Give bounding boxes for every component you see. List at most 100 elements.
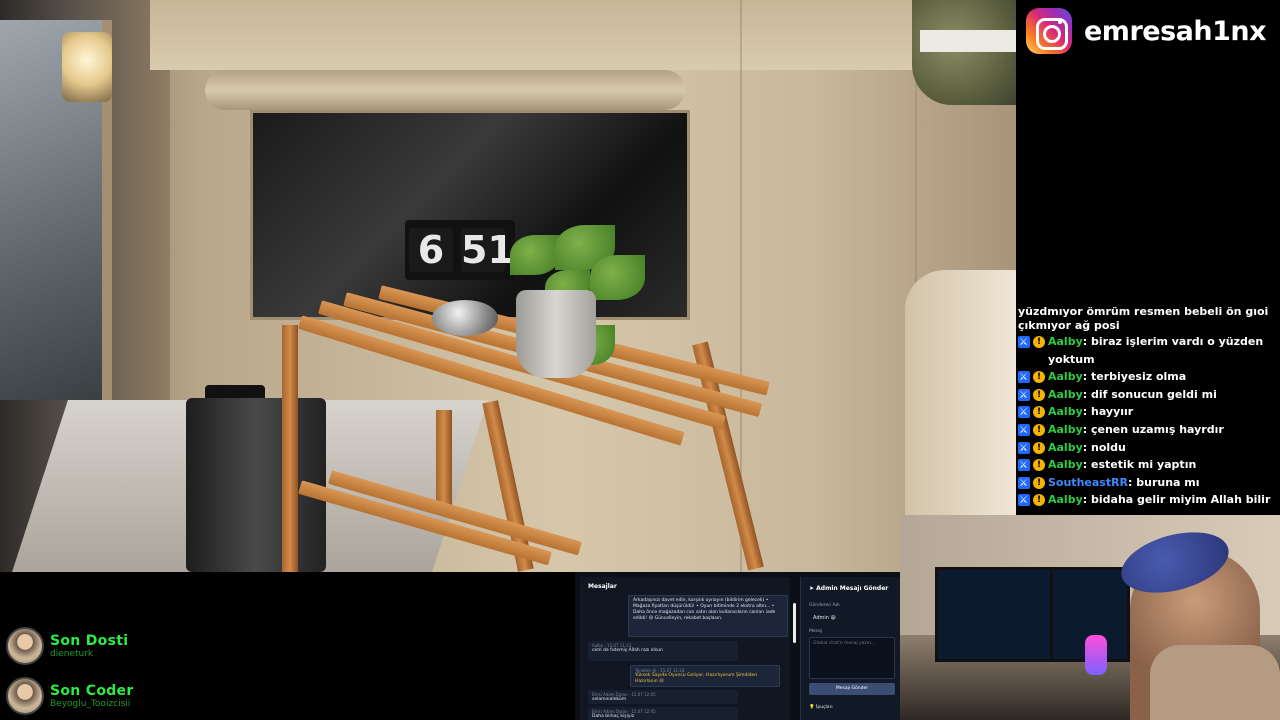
chat-text: hayyıır [1091,405,1134,419]
plant-pot [516,290,596,378]
message-time: 15.07 12:45 [631,709,656,714]
lantern-icon [62,32,112,102]
subscriber-badge-icon: ! [1033,459,1045,472]
clock-base [432,300,498,336]
chat-message-content: Aalby: estetik mi yaptın [1048,458,1197,472]
moderator-badge-icon [1018,369,1030,387]
subscriber-badge-icon: ! [1033,494,1045,507]
tent-ceiling [150,0,1016,70]
latest-coder: Son Coder Beyoglu_Tooizcisii [6,677,134,715]
moderator-badge-icon [1018,440,1030,457]
message-body: Daha birkaç kişiyiz [592,714,635,719]
rolled-window-flap [205,70,685,110]
chat-message-content: Aalby: dif sonucun geldi mi [1048,387,1217,401]
instagram-handle-overlay: emresah1nx [1018,0,1280,62]
camera-scene: 6 51 [0,0,1016,572]
plant-leaf [590,255,645,300]
avatar [6,677,44,715]
clock-hour: 6 [409,228,453,272]
chat-message-content: Aalby: bidaha gelir miyim Allah bilir [1048,493,1271,507]
moderator-badge-icon [1018,404,1030,422]
alerts-panel: Son Dosti dieneturk Son Coder Beyoglu_To… [0,572,575,720]
moderator-badge-icon [1018,457,1030,475]
moderator-badge-icon [1018,475,1030,492]
sender-field[interactable]: Admin 😃 [813,615,836,621]
message-textarea[interactable]: Global chat'e mesaj yazın... [809,637,895,679]
subscriber-badge-icon: ! [1033,371,1045,384]
chat-username[interactable]: Aalby [1048,370,1083,383]
chat-username[interactable]: Aalby [1048,405,1083,418]
chat-message: !SoutheastRR: buruna mı [1018,474,1280,492]
avatar [6,627,44,665]
message-time: 15.07 12:05 [631,692,656,697]
moderator-badge-icon [1018,334,1030,352]
instagram-handle: emresah1nx [1084,15,1267,47]
moderator-badge-icon [1018,422,1030,440]
chat-text: dif sonucun geldi mi [1091,387,1217,401]
camo-cap [912,0,1016,105]
subscriber-badge-icon: ! [1033,336,1045,348]
latest-follower-title: Son Dosti [50,633,129,649]
send-message-button[interactable]: Mesajı Gönder [809,683,895,695]
chat-text: terbiyesiz olma [1091,370,1187,384]
chat-username[interactable]: Aalby [1048,493,1083,506]
latest-coder-name: Beyoglu_Tooizcisii [50,699,131,709]
plant-leaf [510,235,560,275]
chat-message: Yönetim 😃 · 15.07 11:24 Yüksek Sayıda Oy… [630,665,780,687]
chat-username[interactable]: Aalby [1048,441,1083,454]
rgb-mic-light [1085,635,1107,675]
message-label: Mesaj [809,629,823,634]
subscriber-badge-icon: ! [1033,388,1045,401]
tips-label: 💡 İpuçları [809,705,833,710]
latest-coder-title: Son Coder [50,683,134,699]
webcam-feed [900,515,1280,720]
announcement-text: Arkadaşınızı davet edin, karşılık oynayı… [633,598,776,621]
chat-message: Birisi Adam Dolan · 15.07 12:45 Daha bir… [588,707,738,720]
messages-title: Mesajlar [588,583,617,590]
announcement-message: Arkadaşınızı davet edin, karşılık oynayı… [628,595,788,637]
moderator-badge-icon [1018,387,1030,404]
subscriber-badge-icon: ! [1033,441,1045,454]
chat-username[interactable]: Aalby [1048,388,1083,401]
chat-text: noldu [1091,440,1126,454]
flip-clock: 6 51 [405,220,515,280]
chat-text: estetik mi yaptın [1091,458,1197,472]
clock-minute: 51 [461,228,514,272]
camo-cap-band [920,30,1016,52]
send-panel-title: ➤ Admin Mesajı Gönder [809,585,889,592]
chat-message-content: Aalby: hayyıır [1048,405,1134,419]
instagram-icon [1026,8,1072,54]
webcam-monitor [935,567,1055,662]
chat-username[interactable]: SoutheastRR [1048,476,1128,489]
tips-label-text: İpuçları [816,705,833,710]
message-body: cem de futemiş Allah razı olsun [592,648,663,653]
chat-message-content: Aalby: çenen uzamış hayrdır [1048,422,1224,436]
shelf-leg [282,325,298,572]
chat-overlay: yüzdmıyor ömrüm resmen bebeli ön gıoi çı… [1018,305,1280,515]
messages-scrollbar[interactable] [793,603,796,643]
chat-username[interactable]: Aalby [1048,458,1083,471]
sender-label: Gönderen Adı [809,603,840,608]
chat-message: !Aalby: biraz işlerim vardı o yüzden yok… [1018,333,1280,368]
chat-message-content: Aalby: terbiyesiz olma [1048,370,1187,384]
message-body: Yüksek Sayıda Oyuncu Geliyor, Hazırlıyor… [635,673,758,684]
latest-follower: Son Dosti dieneturk [6,627,128,665]
latest-follower-name: dieneturk [50,649,94,659]
chat-message: !Aalby: noldu [1018,439,1280,457]
chat-text: çenen uzamış hayrdır [1091,422,1224,436]
chat-text: buruna mı [1136,475,1200,489]
chat-message: !Aalby: çenen uzamış hayrdır [1018,421,1280,440]
chat-message: !Aalby: bidaha gelir miyim Allah bilir [1018,491,1280,510]
chat-message-content: Aalby: noldu [1048,440,1126,454]
send-message-panel: ➤ Admin Mesajı Gönder Gönderen Adı Admin… [800,577,900,720]
chat-username[interactable]: Aalby [1048,423,1083,436]
message-body: selamınaleküm [592,697,627,702]
chat-username[interactable]: Aalby [1048,335,1083,348]
chat-message: Birisi Adam Dolan · 15.07 12:05 selamına… [588,690,738,704]
subscriber-badge-icon: ! [1033,476,1045,489]
moderator-badge-icon [1018,492,1030,510]
streamer-shirt [1150,645,1280,720]
admin-panel: Mesajlar Arkadaşınızı davet edin, karşıl… [575,572,900,720]
chat-message: !Aalby: terbiyesiz olma [1018,368,1280,387]
chat-message: Aalby · 15.07 11:23 cem de futemiş Allah… [588,641,738,661]
